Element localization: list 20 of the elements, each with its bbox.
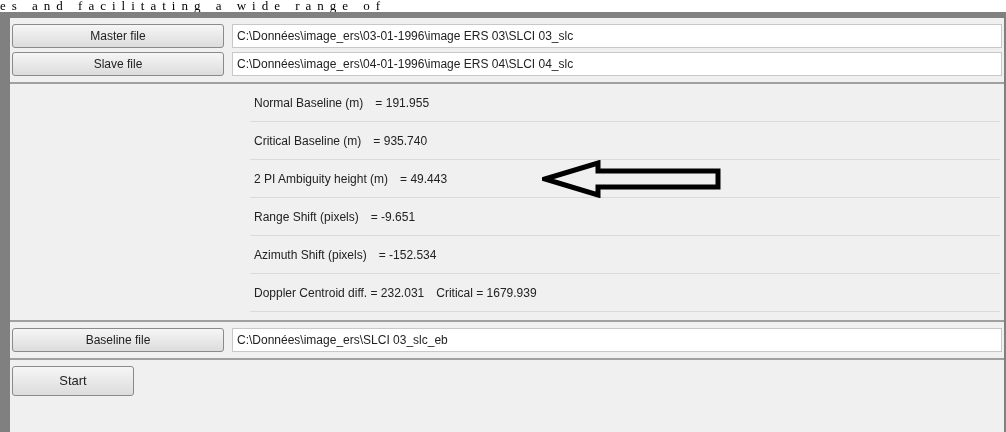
baseline-file-button[interactable]: Baseline file bbox=[12, 328, 224, 352]
result-value: = 49.443 bbox=[400, 170, 448, 188]
file-button[interactable]: Master file bbox=[12, 24, 224, 48]
result-value: = -9.651 bbox=[370, 208, 416, 226]
file-button[interactable]: Slave file bbox=[12, 52, 224, 76]
caption-text: es and facilitating a wide range of bbox=[0, 0, 387, 12]
path-field[interactable]: C:\Données\image_ers\SLCI 03_slc_eb bbox=[232, 328, 1002, 352]
result-value: = 191.955 bbox=[375, 94, 430, 112]
result-value: Critical = 1679.939 bbox=[436, 284, 537, 302]
result-value: = -152.534 bbox=[378, 246, 437, 264]
result-label: Range Shift (pixels) bbox=[254, 208, 359, 226]
result-label: 2 PI Ambiguity height (m) bbox=[254, 170, 389, 188]
result-label: Normal Baseline (m) bbox=[254, 94, 364, 112]
start-button[interactable]: Start bbox=[12, 366, 134, 396]
result-label: Critical Baseline (m) bbox=[254, 132, 362, 150]
path-field[interactable]: C:\Données\image_ers\03-01-1996\image ERS 03\SLCI 03_slc bbox=[232, 24, 1002, 48]
result-value: = 935.740 bbox=[373, 132, 428, 150]
result-label: Doppler Centroid diff. = 232.031 bbox=[254, 284, 425, 302]
path-field[interactable]: C:\Données\image_ers\04-01-1996\image ERS 04\SLCI 04_slc bbox=[232, 52, 1002, 76]
result-label: Azimuth Shift (pixels) bbox=[254, 246, 367, 264]
